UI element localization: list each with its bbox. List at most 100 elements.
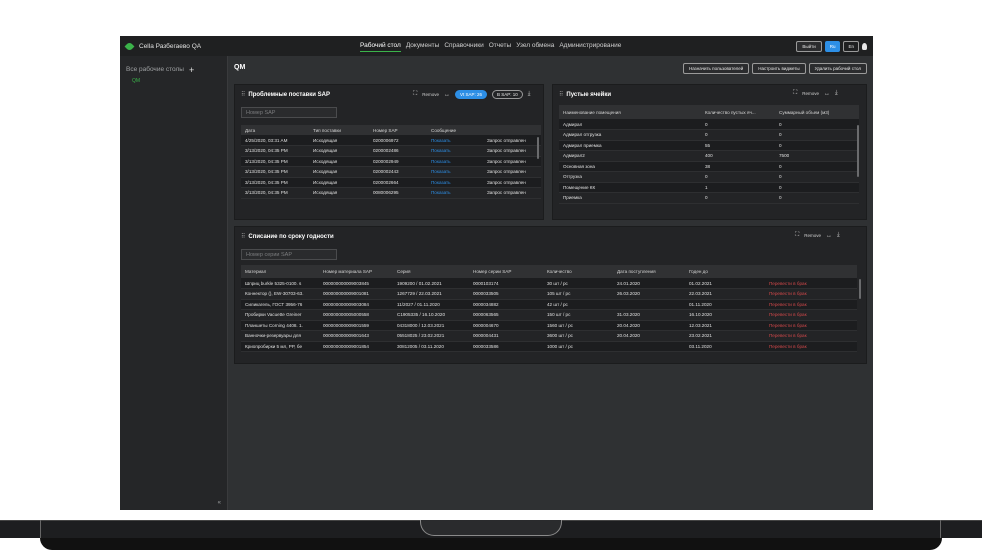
table-row[interactable]: Адмирал приемка 55 0 bbox=[559, 140, 859, 151]
show-message-link[interactable]: Показать bbox=[427, 156, 483, 167]
widget-tools: ⛶ Remove ↔ ⤓ bbox=[795, 232, 840, 239]
table-row[interactable]: 3/13/2020, 04:35 PM Исходящая 0200002486 По… bbox=[241, 145, 541, 157]
expand-icon[interactable]: ⛶ bbox=[413, 91, 417, 98]
trackpad-notch bbox=[420, 520, 562, 536]
sap-number-search-input[interactable] bbox=[241, 107, 337, 118]
drag-handle-icon[interactable]: ⠿ bbox=[559, 91, 563, 98]
nav-admin[interactable]: Администрирование bbox=[559, 40, 621, 52]
widget-empty-cells: ⠿ Пустые ячейки ⛶ Remove ↔ ⤓ Наименовани… bbox=[552, 84, 867, 220]
assign-users-button[interactable]: Назначить пользователей bbox=[682, 63, 750, 74]
move-to-defect-link[interactable]: Перевести в брак bbox=[765, 341, 857, 352]
add-desktop-icon[interactable]: + bbox=[189, 65, 194, 74]
table-row[interactable]: Помещение КК 1 0 bbox=[559, 182, 859, 193]
move-to-defect-link[interactable]: Перевести в брак bbox=[765, 320, 857, 331]
app-screen: Cella Разбегаево QA Рабочий стол Докумен… bbox=[120, 36, 873, 510]
resize-icon[interactable]: ↔ bbox=[444, 92, 450, 98]
filter-pill[interactable]: В SAP: 10 bbox=[491, 90, 523, 99]
table-row[interactable]: 3/13/2020, 04:35 PM Исходящая 0200002949 По… bbox=[241, 156, 541, 167]
table-row[interactable]: 4/25/2020, 03:31 AM Исходящая 0200006972 По… bbox=[241, 135, 541, 146]
widget-title: ⠿ Пустые ячейки bbox=[559, 91, 612, 99]
scrollbar[interactable] bbox=[537, 137, 539, 159]
cells-table-wrap: Наименование помещения Количество пустых… bbox=[559, 105, 859, 217]
move-to-defect-link[interactable]: Перевести в брак bbox=[765, 299, 857, 310]
table-header: Наименование помещения Количество пустых… bbox=[559, 105, 859, 119]
show-message-link[interactable]: Показать bbox=[427, 166, 483, 178]
download-icon[interactable]: ⤓ bbox=[835, 90, 838, 97]
download-icon[interactable]: ⤓ bbox=[837, 232, 840, 239]
base-edge-left bbox=[40, 520, 41, 538]
series-number-search-input[interactable] bbox=[241, 249, 337, 260]
table-row[interactable]: Пробирки Vacuette Greiner 000000000005000… bbox=[241, 309, 857, 321]
table-row[interactable]: Силикагель, ГОСТ 3956-76 0000000000090030… bbox=[241, 299, 857, 310]
table-row[interactable]: Основная зона 38 0 bbox=[559, 161, 859, 172]
lang-en-button[interactable]: En bbox=[843, 41, 859, 52]
table-row[interactable]: 3/13/2020, 04:35 PM Исходящая 0080006295 По… bbox=[241, 187, 541, 199]
top-right-controls: Выйти Ru En bbox=[796, 41, 867, 52]
scrollbar[interactable] bbox=[859, 279, 861, 299]
configure-widgets-button[interactable]: Настроить виджеты bbox=[752, 63, 806, 74]
table-row[interactable]: Адмирал 0 0 bbox=[559, 119, 859, 130]
sidebar-title: Все рабочие столы + bbox=[126, 64, 195, 75]
table-header: Дата Тип поставки Номер SAP Сообщение bbox=[241, 125, 541, 135]
nav-reports[interactable]: Отчеты bbox=[489, 40, 511, 52]
widget-title: ⠿ Проблемные поставки SAP bbox=[241, 91, 330, 99]
widget-expiry-writeoff: ⠿ Списание по сроку годности ⛶ Remove ↔ … bbox=[234, 226, 867, 364]
filter-pill-active[interactable]: Vt SAP: 26 bbox=[454, 90, 487, 99]
show-message-link[interactable]: Показать bbox=[427, 177, 483, 188]
base-bottom bbox=[40, 538, 942, 550]
lang-ru-button[interactable]: Ru bbox=[824, 41, 841, 52]
table-row[interactable]: Планшеты Corning 4408. 1. 000000000009001… bbox=[241, 320, 857, 331]
remove-button[interactable]: Remove bbox=[422, 92, 439, 97]
show-message-link[interactable]: Показать bbox=[427, 145, 483, 157]
resize-icon[interactable]: ↔ bbox=[826, 233, 832, 239]
nav-references[interactable]: Справочники bbox=[444, 40, 483, 52]
scrollbar[interactable] bbox=[857, 125, 859, 177]
show-message-link[interactable]: Показать bbox=[427, 187, 483, 199]
table-row[interactable]: Адмирал отгрузка 0 0 bbox=[559, 129, 859, 141]
table-row[interactable]: Ванночки-резервуары для 00000000000900164… bbox=[241, 330, 857, 342]
show-message-link[interactable]: Показать bbox=[427, 135, 483, 146]
nav-documents[interactable]: Документы bbox=[406, 40, 440, 52]
table-row[interactable]: Отгрузка 0 0 bbox=[559, 171, 859, 183]
remove-button[interactable]: Remove bbox=[804, 233, 821, 238]
base-edge-right bbox=[940, 520, 941, 538]
table-row[interactable]: Коннектор (), EW-30703-63. 00000000000900… bbox=[241, 288, 857, 300]
laptop-frame: Cella Разбегаево QA Рабочий стол Докумен… bbox=[0, 0, 982, 552]
download-icon[interactable]: ⤓ bbox=[528, 91, 531, 98]
app-title: Cella Разбегаево QA bbox=[139, 42, 202, 50]
resize-icon[interactable]: ↔ bbox=[824, 91, 830, 97]
expiry-table-wrap: Материал Номер материала SAP Серия Номер… bbox=[241, 265, 857, 355]
laptop-base bbox=[0, 520, 982, 552]
nav-exchange[interactable]: Узел обмена bbox=[516, 40, 554, 52]
logout-button[interactable]: Выйти bbox=[796, 41, 822, 52]
leaf-logo-icon bbox=[124, 41, 135, 51]
sidebar-item-qm[interactable]: QM bbox=[132, 78, 140, 84]
expand-icon[interactable]: ⛶ bbox=[793, 90, 797, 97]
move-to-defect-link[interactable]: Перевести в брак bbox=[765, 288, 857, 300]
supplies-table-wrap: Дата Тип поставки Номер SAP Сообщение 4/… bbox=[241, 125, 541, 217]
move-to-defect-link[interactable]: Перевести в брак bbox=[765, 278, 857, 289]
table-row[interactable]: 3/13/2020, 04:35 PM Исходящая 0200002664 По… bbox=[241, 177, 541, 188]
remove-button[interactable]: Remove bbox=[802, 91, 819, 96]
sidebar: Все рабочие столы + QM « bbox=[120, 56, 228, 510]
delete-desktop-button[interactable]: Удалить рабочий стол bbox=[808, 63, 867, 74]
widget-title: ⠿ Списание по сроку годности bbox=[241, 233, 334, 241]
nav-desktop[interactable]: Рабочий стол bbox=[360, 40, 401, 52]
table-row[interactable]: Шприц burkle 5325-0100. s 000000000009003… bbox=[241, 278, 857, 289]
drag-handle-icon[interactable]: ⠿ bbox=[241, 233, 245, 240]
collapse-sidebar-icon[interactable]: « bbox=[218, 500, 221, 506]
drag-handle-icon[interactable]: ⠿ bbox=[241, 91, 245, 98]
brand[interactable]: Cella Разбегаево QA bbox=[120, 41, 360, 51]
table-row[interactable]: 3/13/2020, 04:35 PM Исходящая 0200002443 По… bbox=[241, 166, 541, 178]
expand-icon[interactable]: ⛶ bbox=[795, 232, 799, 239]
move-to-defect-link[interactable]: Перевести в брак bbox=[765, 330, 857, 342]
desktop-actions: Назначить пользователей Настроить виджет… bbox=[682, 63, 867, 74]
cells-table: Наименование помещения Количество пустых… bbox=[559, 105, 859, 204]
move-to-defect-link[interactable]: Перевести в брак bbox=[765, 309, 857, 321]
lightbulb-icon[interactable] bbox=[862, 43, 867, 50]
table-row[interactable]: Криопробирки 5 мл, PP, бе 000000000009001… bbox=[241, 341, 857, 352]
widget-tools: ⛶ Remove ↔ ⤓ bbox=[793, 90, 838, 97]
table-row[interactable]: Приемка 0 0 bbox=[559, 192, 859, 204]
expiry-table: Материал Номер материала SAP Серия Номер… bbox=[241, 265, 857, 352]
table-row[interactable]: Адмирал2 400 7500 bbox=[559, 150, 859, 162]
